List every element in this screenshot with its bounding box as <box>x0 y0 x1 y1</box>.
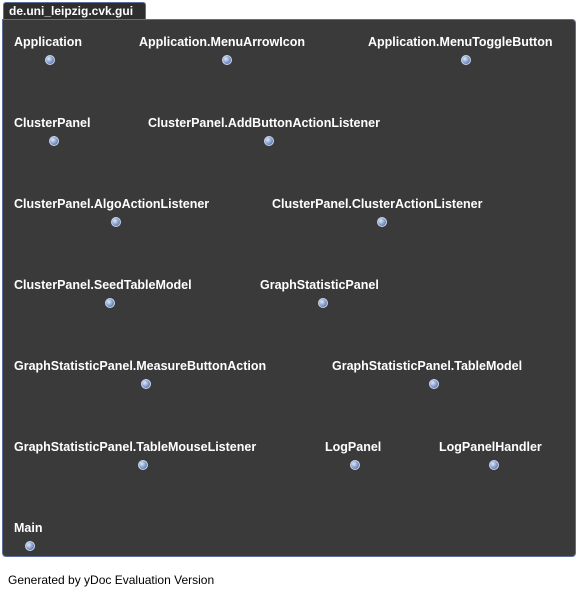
class-icon <box>105 298 115 308</box>
class-label: Application.MenuArrowIcon <box>139 35 305 49</box>
class-icon <box>141 379 151 389</box>
class-label: GraphStatisticPanel.TableModel <box>332 359 523 373</box>
class-icon <box>461 55 471 65</box>
class-label: ClusterPanel.ClusterActionListener <box>272 197 483 211</box>
class-label: ClusterPanel.SeedTableModel <box>14 278 192 292</box>
class-label: LogPanelHandler <box>439 440 542 454</box>
class-icon <box>45 55 55 65</box>
footer-text: Generated by yDoc Evaluation Version <box>8 573 215 587</box>
class-label: ClusterPanel.AlgoActionListener <box>14 197 210 211</box>
class-label: GraphStatisticPanel <box>260 278 379 292</box>
class-icon <box>49 136 59 146</box>
class-icon <box>222 55 232 65</box>
class-label: Application <box>14 35 83 49</box>
class-icon <box>318 298 328 308</box>
class-icon <box>350 460 360 470</box>
class-icon <box>489 460 499 470</box>
class-label: Main <box>14 521 43 535</box>
class-icon <box>111 217 121 227</box>
class-label: ClusterPanel.AddButtonActionListener <box>148 116 380 130</box>
class-label: LogPanel <box>325 440 382 454</box>
package-tab: de.uni_leipzig.cvk.gui <box>3 2 146 19</box>
class-label: GraphStatisticPanel.MeasureButtonAction <box>14 359 267 373</box>
package-panel: Application Application.MenuArrowIcon Ap… <box>2 19 576 557</box>
class-label: Application.MenuToggleButton <box>368 35 553 49</box>
class-icon <box>377 217 387 227</box>
class-icon <box>264 136 274 146</box>
class-label: GraphStatisticPanel.TableMouseListener <box>14 440 257 454</box>
class-icon <box>25 541 35 551</box>
class-label: ClusterPanel <box>14 116 91 130</box>
class-icon <box>429 379 439 389</box>
class-icon <box>138 460 148 470</box>
